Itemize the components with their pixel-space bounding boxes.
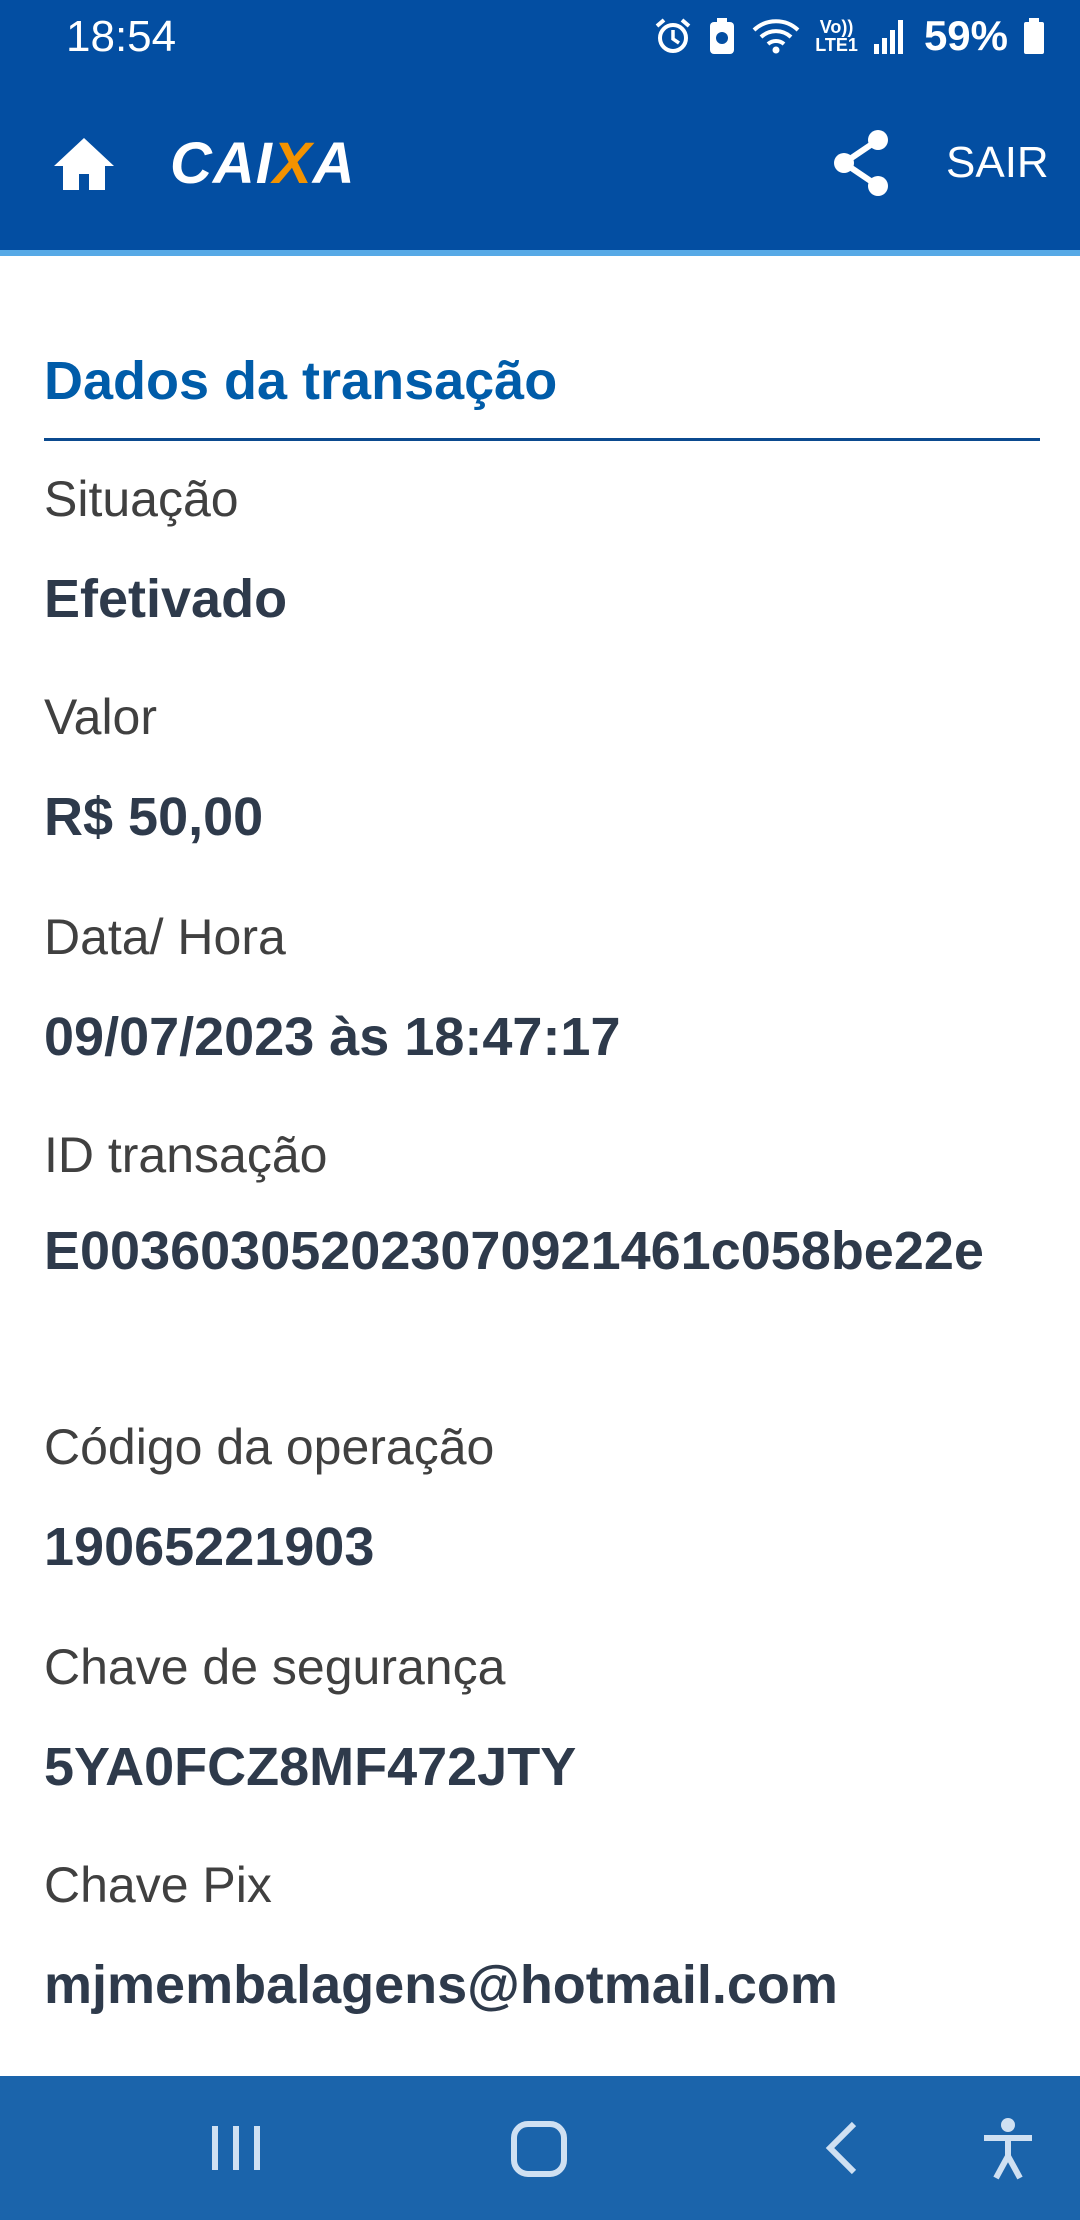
transaction-id-value: E003603052023070921461c058be22e <box>44 1221 984 1281</box>
caixa-logo: CAIXA <box>170 130 355 200</box>
back-icon[interactable] <box>820 2116 864 2185</box>
accessibility-icon[interactable] <box>978 2116 1038 2185</box>
system-nav-bar <box>0 2076 1080 2220</box>
lte-icon: Vo)) LTE1 <box>815 18 858 54</box>
page-title: Dados da transação <box>44 351 558 411</box>
logo-text-pre: CAI <box>170 131 273 196</box>
title-divider <box>44 438 1040 441</box>
datetime-label: Data/ Hora <box>44 909 286 965</box>
app-header: CAIXA SAIR <box>0 72 1080 250</box>
alarm-icon <box>653 16 693 56</box>
security-key-label: Chave de segurança <box>44 1639 506 1695</box>
home-button[interactable] <box>52 132 116 196</box>
pix-key-value: mjmembalagens@hotmail.com <box>44 1955 838 2015</box>
signal-icon <box>872 16 906 56</box>
amount-label: Valor <box>44 689 158 745</box>
logout-button[interactable]: SAIR <box>946 138 1049 188</box>
status-value: Efetivado <box>44 569 288 629</box>
recent-apps-icon[interactable] <box>208 2116 264 2185</box>
lte-label-top: Vo)) <box>819 17 854 37</box>
logo-text-x: X <box>272 131 313 196</box>
amount-value: R$ 50,00 <box>44 787 264 847</box>
datetime-value: 09/07/2023 às 18:47:17 <box>44 1007 621 1067</box>
home-icon <box>52 138 116 200</box>
data-saver-icon <box>707 16 737 56</box>
share-button[interactable] <box>830 128 894 198</box>
status-label: Situação <box>44 471 239 527</box>
status-icons: Vo)) LTE1 59% <box>653 10 1046 62</box>
header-divider <box>0 250 1080 256</box>
wifi-icon <box>751 16 801 56</box>
nav-home-icon[interactable] <box>508 2116 572 2185</box>
operation-code-label: Código da operação <box>44 1419 495 1475</box>
pix-key-label: Chave Pix <box>44 1857 272 1913</box>
operation-code-value: 19065221903 <box>44 1517 375 1577</box>
battery-percent: 59% <box>923 12 1008 59</box>
logo-text-post: A <box>312 131 356 196</box>
status-time: 18:54 <box>66 12 177 61</box>
share-icon <box>830 130 894 202</box>
battery-icon <box>1022 16 1046 56</box>
security-key-value: 5YA0FCZ8MF472JTY <box>44 1737 577 1797</box>
status-bar: 18:54 Vo)) LTE1 59% <box>0 0 1080 72</box>
lte-label-bottom: LTE1 <box>815 35 858 55</box>
transaction-id-label: ID transação <box>44 1127 328 1183</box>
